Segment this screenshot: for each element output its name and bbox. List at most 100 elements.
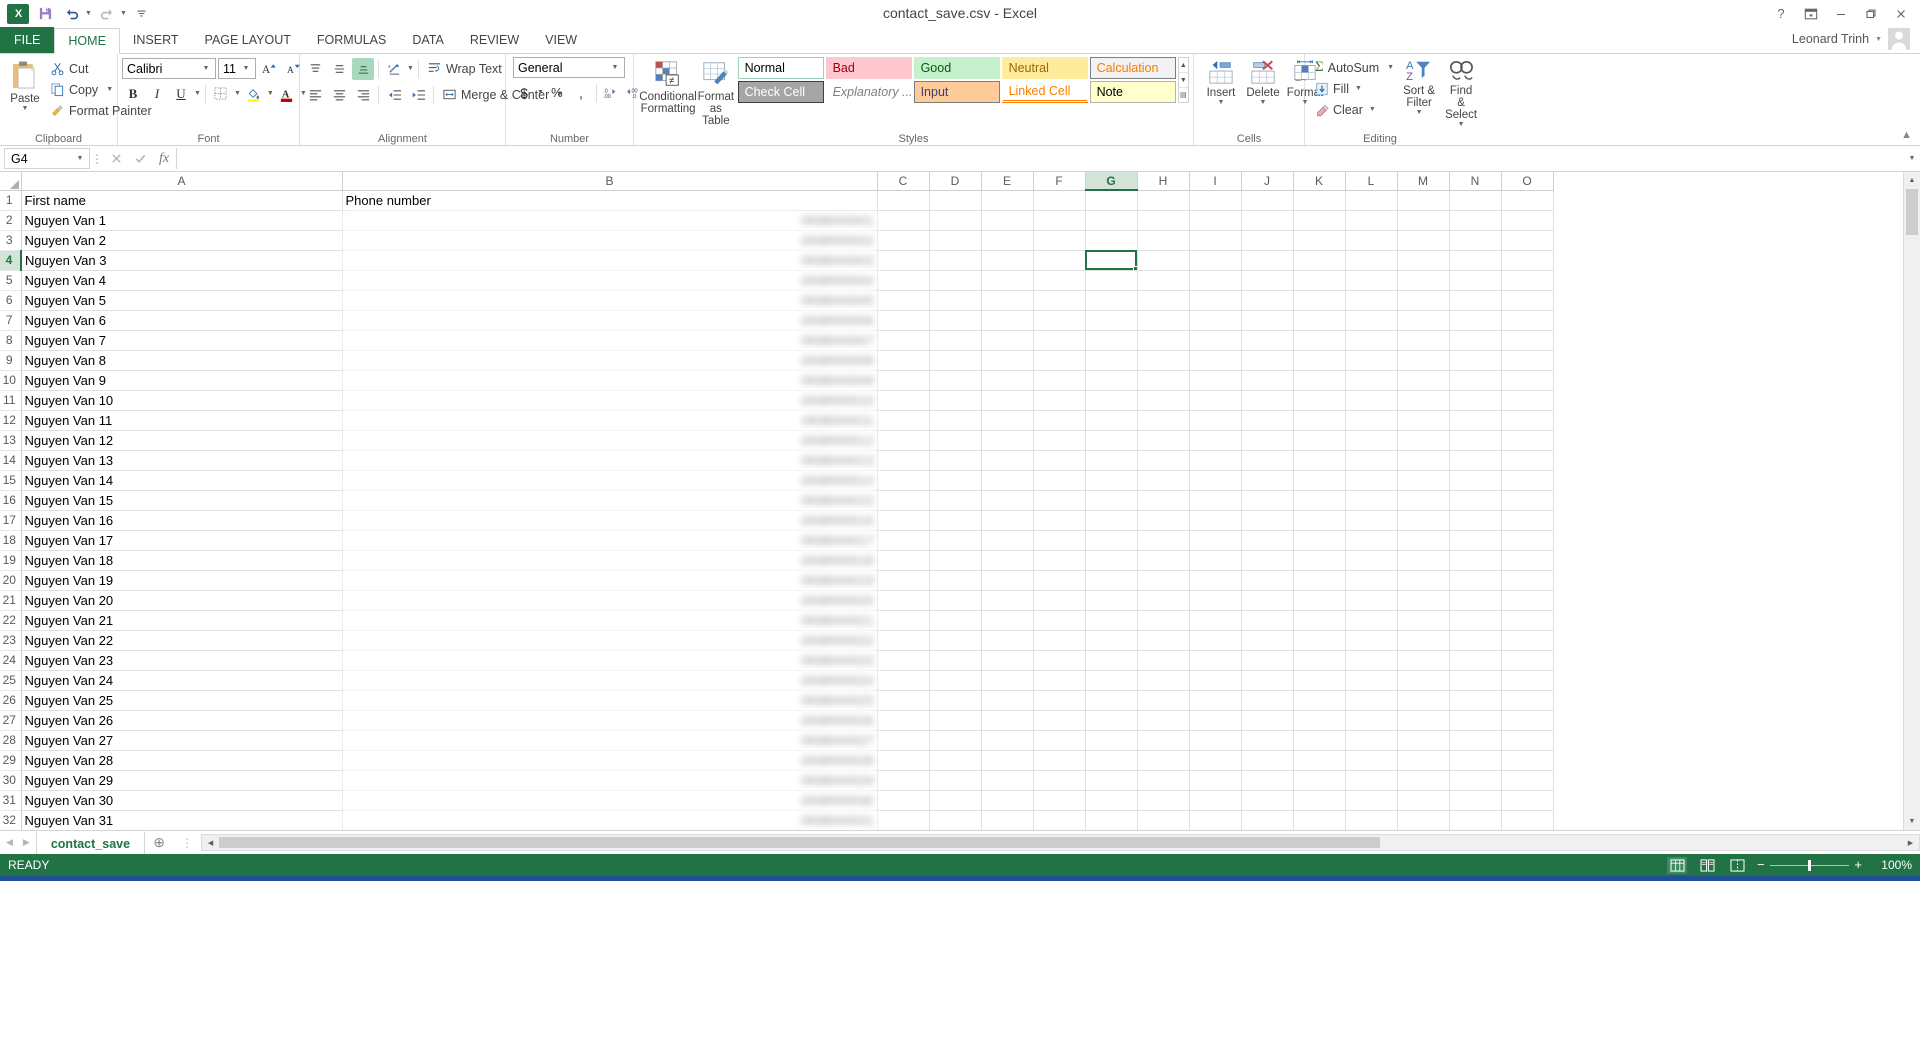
cell-H11[interactable] (1137, 390, 1189, 410)
row-header-17[interactable]: 17 (0, 510, 21, 530)
cell-M15[interactable] (1397, 470, 1449, 490)
column-header-l[interactable]: L (1345, 172, 1397, 190)
cell-C28[interactable] (877, 730, 929, 750)
row-header-6[interactable]: 6 (0, 290, 21, 310)
cell-I29[interactable] (1189, 750, 1241, 770)
cell-G20[interactable] (1085, 570, 1137, 590)
restore-button[interactable] (1856, 0, 1886, 27)
cell-N8[interactable] (1449, 330, 1501, 350)
cell-O11[interactable] (1501, 390, 1553, 410)
cell-L3[interactable] (1345, 230, 1397, 250)
cell-L9[interactable] (1345, 350, 1397, 370)
column-header-h[interactable]: H (1137, 172, 1189, 190)
cell-O13[interactable] (1501, 430, 1553, 450)
cell-H8[interactable] (1137, 330, 1189, 350)
cell-F4[interactable] (1033, 250, 1085, 270)
cell-N26[interactable] (1449, 690, 1501, 710)
cell-M32[interactable] (1397, 810, 1449, 830)
cell-N2[interactable] (1449, 210, 1501, 230)
cell-H17[interactable] (1137, 510, 1189, 530)
insert-dropdown-icon[interactable]: ▼ (1218, 99, 1225, 106)
cell-M18[interactable] (1397, 530, 1449, 550)
cell-M16[interactable] (1397, 490, 1449, 510)
cell-I17[interactable] (1189, 510, 1241, 530)
font-color-icon[interactable]: A (276, 83, 298, 104)
cell-I14[interactable] (1189, 450, 1241, 470)
cell-D28[interactable] (929, 730, 981, 750)
cell-K29[interactable] (1293, 750, 1345, 770)
cell-J2[interactable] (1241, 210, 1293, 230)
cell-J26[interactable] (1241, 690, 1293, 710)
cell-O3[interactable] (1501, 230, 1553, 250)
cell-E30[interactable] (981, 770, 1033, 790)
cell-J23[interactable] (1241, 630, 1293, 650)
cell-L32[interactable] (1345, 810, 1397, 830)
cell-I18[interactable] (1189, 530, 1241, 550)
row-header-10[interactable]: 10 (0, 370, 21, 390)
cell-I9[interactable] (1189, 350, 1241, 370)
cell-E25[interactable] (981, 670, 1033, 690)
column-header-m[interactable]: M (1397, 172, 1449, 190)
cell-A20[interactable]: Nguyen Van 19 (21, 570, 342, 590)
cell-B12[interactable]: 0938000011 (342, 410, 877, 430)
cell-E7[interactable] (981, 310, 1033, 330)
cell-E20[interactable] (981, 570, 1033, 590)
increase-font-size-icon[interactable]: A (258, 58, 280, 79)
cell-K7[interactable] (1293, 310, 1345, 330)
cell-M31[interactable] (1397, 790, 1449, 810)
cell-H19[interactable] (1137, 550, 1189, 570)
cell-L2[interactable] (1345, 210, 1397, 230)
cell-A25[interactable]: Nguyen Van 24 (21, 670, 342, 690)
style-neutral[interactable]: Neutral (1002, 57, 1088, 79)
cell-C8[interactable] (877, 330, 929, 350)
row-header-1[interactable]: 1 (0, 190, 21, 210)
cell-A3[interactable]: Nguyen Van 2 (21, 230, 342, 250)
cell-L10[interactable] (1345, 370, 1397, 390)
cell-J14[interactable] (1241, 450, 1293, 470)
row-header-12[interactable]: 12 (0, 410, 21, 430)
cell-A23[interactable]: Nguyen Van 22 (21, 630, 342, 650)
cell-D30[interactable] (929, 770, 981, 790)
cell-B5[interactable]: 0938000004 (342, 270, 877, 290)
undo-icon[interactable] (60, 3, 84, 25)
cell-J13[interactable] (1241, 430, 1293, 450)
cell-J24[interactable] (1241, 650, 1293, 670)
collapse-ribbon-icon[interactable]: ▲ (1897, 127, 1916, 143)
cell-D25[interactable] (929, 670, 981, 690)
cell-E15[interactable] (981, 470, 1033, 490)
cell-F20[interactable] (1033, 570, 1085, 590)
cell-D17[interactable] (929, 510, 981, 530)
clear-dropdown-icon[interactable]: ▼ (1369, 106, 1376, 113)
scroll-left-icon[interactable]: ◀ (202, 835, 219, 850)
user-dropdown-icon[interactable]: ▼ (1875, 36, 1882, 43)
cell-B20[interactable]: 0938000019 (342, 570, 877, 590)
cell-J1[interactable] (1241, 190, 1293, 210)
font-family-dropdown-icon[interactable]: ▼ (199, 65, 213, 72)
row-header-22[interactable]: 22 (0, 610, 21, 630)
cell-K1[interactable] (1293, 190, 1345, 210)
zoom-in-button[interactable]: + (1854, 859, 1862, 871)
row-header-3[interactable]: 3 (0, 230, 21, 250)
cell-I6[interactable] (1189, 290, 1241, 310)
cell-H14[interactable] (1137, 450, 1189, 470)
cell-E4[interactable] (981, 250, 1033, 270)
expand-formula-bar-icon[interactable]: ▼ (1904, 155, 1920, 162)
find-select-dropdown-icon[interactable]: ▼ (1458, 121, 1465, 128)
find-select-button[interactable]: Find & Select ▼ (1440, 57, 1482, 130)
cell-O23[interactable] (1501, 630, 1553, 650)
formula-bar-handle[interactable]: ⋮ (90, 152, 104, 166)
cell-N28[interactable] (1449, 730, 1501, 750)
cell-A10[interactable]: Nguyen Van 9 (21, 370, 342, 390)
cell-J22[interactable] (1241, 610, 1293, 630)
cell-F18[interactable] (1033, 530, 1085, 550)
row-header-15[interactable]: 15 (0, 470, 21, 490)
cell-D13[interactable] (929, 430, 981, 450)
styles-scroll-down-icon[interactable]: ▼ (1179, 73, 1188, 88)
cell-F2[interactable] (1033, 210, 1085, 230)
cell-M6[interactable] (1397, 290, 1449, 310)
row-header-16[interactable]: 16 (0, 490, 21, 510)
cell-G1[interactable] (1085, 190, 1137, 210)
cell-J4[interactable] (1241, 250, 1293, 270)
row-header-18[interactable]: 18 (0, 530, 21, 550)
cell-J16[interactable] (1241, 490, 1293, 510)
